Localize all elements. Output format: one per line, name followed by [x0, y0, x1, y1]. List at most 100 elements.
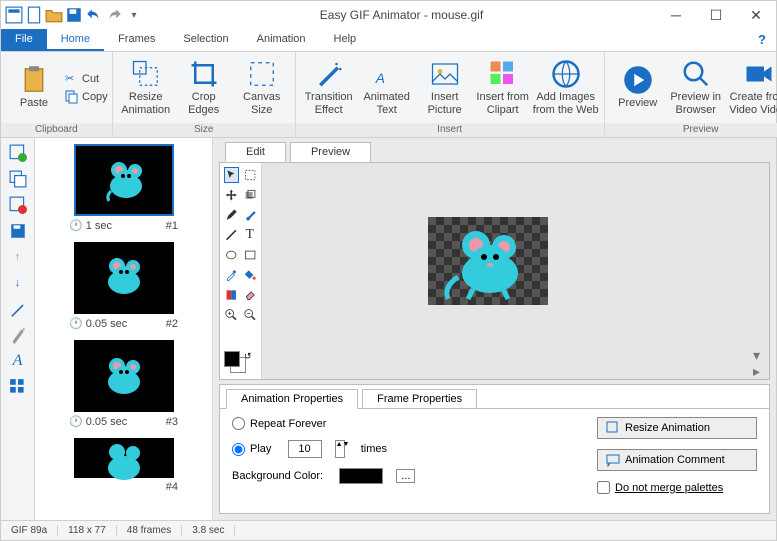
- duplicate-frame-icon[interactable]: [9, 170, 27, 188]
- cut-button[interactable]: ✂Cut: [65, 72, 108, 86]
- redo-icon[interactable]: [105, 6, 123, 24]
- save-icon[interactable]: [65, 6, 83, 24]
- layer-tool[interactable]: [243, 187, 258, 203]
- play-count-field[interactable]: 10: [288, 440, 322, 458]
- canvas-size-button[interactable]: Canvas Size: [233, 55, 291, 120]
- wand-tool-icon[interactable]: [9, 300, 27, 318]
- pencil-tool[interactable]: [224, 207, 239, 223]
- play-times-radio[interactable]: Play 10 ▲▼ times: [232, 440, 567, 458]
- scroll-right-icon[interactable]: ▸: [753, 363, 767, 377]
- line-tool[interactable]: [224, 227, 239, 243]
- repeat-forever-radio[interactable]: Repeat Forever: [232, 417, 567, 430]
- crop-edges-button[interactable]: Crop Edges: [175, 55, 233, 120]
- bgcolor-swatch[interactable]: [339, 468, 383, 484]
- grid-icon[interactable]: [9, 378, 27, 396]
- frame-thumb: [74, 144, 174, 216]
- help-tab[interactable]: Help: [320, 29, 371, 51]
- rect-tool[interactable]: [243, 247, 258, 263]
- canvas-icon: [247, 59, 277, 89]
- resize-icon: [606, 421, 620, 435]
- minimize-button[interactable]: ─: [656, 1, 696, 29]
- preview-tab[interactable]: Preview: [290, 142, 371, 162]
- marquee-tool[interactable]: [243, 167, 258, 183]
- replace-color-tool[interactable]: [224, 287, 239, 303]
- paste-button[interactable]: Paste: [5, 55, 63, 120]
- pointer-tool[interactable]: [224, 167, 239, 183]
- frame-props-tab[interactable]: Frame Properties: [362, 389, 477, 408]
- eraser-tool[interactable]: [243, 287, 258, 303]
- cut-icon: ✂: [65, 72, 79, 86]
- frame-item[interactable]: 🕐 0.05 sec#2: [39, 242, 208, 330]
- frame-item[interactable]: #4: [39, 438, 208, 493]
- property-tabs: Animation Properties Frame Properties: [220, 385, 769, 409]
- create-video-button[interactable]: Create from Video Video: [725, 55, 777, 120]
- frame-item[interactable]: 🕐 1 sec#1: [39, 144, 208, 232]
- close-button[interactable]: ✕: [736, 1, 776, 29]
- add-from-web-button[interactable]: Add Images from the Web: [532, 55, 600, 120]
- ribbon-group-insert: Transition Effect AAnimated Text Insert …: [296, 52, 605, 137]
- anim-props-tab[interactable]: Animation Properties: [226, 389, 358, 409]
- undo-icon[interactable]: [85, 6, 103, 24]
- copy-button[interactable]: Copy: [65, 90, 108, 104]
- new-icon[interactable]: [25, 6, 43, 24]
- resize-animation-button[interactable]: Resize Animation: [117, 55, 175, 120]
- effects-icon[interactable]: [9, 326, 27, 344]
- move-down-icon[interactable]: ↓: [9, 274, 27, 292]
- eyedropper-tool[interactable]: [224, 267, 239, 283]
- swap-colors-icon[interactable]: ↺: [244, 351, 252, 362]
- resize-anim-button[interactable]: Resize Animation: [597, 417, 757, 439]
- status-dim: 118 x 77: [58, 525, 117, 536]
- merge-palettes-check[interactable]: Do not merge palettes: [597, 481, 757, 494]
- selection-tab[interactable]: Selection: [169, 29, 242, 51]
- edit-tab[interactable]: Edit: [225, 142, 286, 162]
- insert-picture-button[interactable]: Insert Picture: [416, 55, 474, 120]
- move-tool[interactable]: [224, 187, 239, 203]
- frame-thumb: [74, 242, 174, 314]
- frame-index: #4: [166, 481, 178, 493]
- fg-color[interactable]: [224, 351, 240, 367]
- frame-thumb: [74, 340, 174, 412]
- insert-clipart-button[interactable]: Insert from Clipart: [474, 55, 532, 120]
- animated-text-button[interactable]: AAnimated Text: [358, 55, 416, 120]
- app-icon: [5, 6, 23, 24]
- zoom-in-tool[interactable]: [224, 307, 239, 323]
- move-up-icon[interactable]: ↑: [9, 248, 27, 266]
- canvas-content: [428, 217, 548, 305]
- ellipse-tool[interactable]: [224, 247, 239, 263]
- editor-tabs: Edit Preview: [213, 138, 776, 162]
- home-tab[interactable]: Home: [47, 29, 104, 51]
- stepper-icon[interactable]: ▲▼: [335, 440, 345, 458]
- ribbon-group-clipboard: Paste ✂Cut Copy Clipboard: [1, 52, 113, 137]
- frame-item[interactable]: 🕐 0.05 sec#3: [39, 340, 208, 428]
- ribbon: Paste ✂Cut Copy Clipboard Resize Animati…: [1, 52, 776, 138]
- scroll-down-icon[interactable]: ▾: [753, 347, 767, 361]
- open-icon[interactable]: [45, 6, 63, 24]
- animation-tab[interactable]: Animation: [243, 29, 320, 51]
- file-tab[interactable]: File: [1, 29, 47, 51]
- preview-browser-button[interactable]: Preview in Browser: [667, 55, 725, 120]
- bgcolor-row: Background Color: ...: [232, 468, 567, 484]
- transition-button[interactable]: Transition Effect: [300, 55, 358, 120]
- bgcolor-browse-button[interactable]: ...: [396, 469, 415, 483]
- help-icon[interactable]: ?: [748, 29, 776, 51]
- text-tool-icon[interactable]: A: [9, 352, 27, 370]
- fill-tool[interactable]: [243, 267, 258, 283]
- save-frame-icon[interactable]: [9, 222, 27, 240]
- anim-comment-button[interactable]: Animation Comment: [597, 449, 757, 471]
- zoom-out-tool[interactable]: [243, 307, 258, 323]
- texttool-tool[interactable]: T: [243, 227, 258, 243]
- picture-icon: [430, 59, 460, 89]
- brush-tool[interactable]: [243, 207, 258, 223]
- frames-tab[interactable]: Frames: [104, 29, 169, 51]
- preview-button[interactable]: Preview: [609, 55, 667, 120]
- delete-frame-icon[interactable]: [9, 196, 27, 214]
- add-frame-icon[interactable]: [9, 144, 27, 162]
- ribbon-group-size: Resize Animation Crop Edges Canvas Size …: [113, 52, 296, 137]
- resize-icon: [131, 59, 161, 89]
- crop-icon: [189, 59, 219, 89]
- qat-dropdown-icon[interactable]: ▾: [125, 6, 143, 24]
- canvas[interactable]: ▸ ▾: [262, 163, 769, 379]
- ribbon-group-preview: Preview Preview in Browser Create from V…: [605, 52, 777, 137]
- frame-thumb: [74, 438, 174, 478]
- maximize-button[interactable]: ☐: [696, 1, 736, 29]
